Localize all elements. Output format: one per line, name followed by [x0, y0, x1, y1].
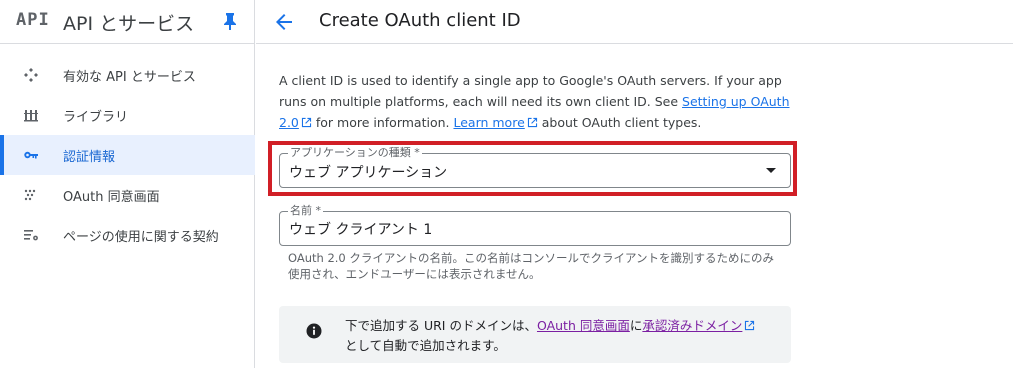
- sidebar-item-oauth-consent[interactable]: OAuth 同意画面: [0, 175, 255, 215]
- sidebar-item-page-usage-agreements[interactable]: ページの使用に関する契約: [0, 215, 255, 255]
- application-type-label: アプリケーションの種類 *: [288, 146, 422, 160]
- intro-text-part: for more information.: [311, 115, 454, 130]
- name-field[interactable]: 名前 *: [279, 204, 791, 246]
- sidebar-item-label: ライブラリ: [63, 110, 129, 125]
- back-arrow-icon[interactable]: [272, 10, 296, 34]
- sidebar-item-label: 認証情報: [63, 150, 116, 165]
- external-link-icon: [527, 117, 537, 128]
- sidebar-item-label: OAuth 同意画面: [63, 190, 160, 205]
- name-hint: OAuth 2.0 クライアントの名前。この名前はコンソールでクライアントを識別…: [288, 251, 774, 281]
- sidebar-title: API とサービス: [63, 13, 195, 35]
- info-icon: [306, 323, 322, 339]
- settings-list-icon: [24, 230, 38, 241]
- application-type-select[interactable]: アプリケーションの種類 * ウェブ アプリケーション: [279, 146, 791, 188]
- name-label: 名前 *: [288, 204, 323, 218]
- sidebar-item-label: 有効な API とサービス: [63, 70, 196, 85]
- api-diamond-icon: [24, 68, 38, 82]
- sidebar: API API とサービス 有効な API とサービス ライブラリ 認証情報 O…: [0, 0, 255, 368]
- sidebar-header: API API とサービス: [0, 0, 255, 44]
- domain-notice: 下で追加する URI のドメインは、OAuth 同意画面に承認済みドメインとして…: [279, 306, 791, 363]
- sidebar-item-enabled-apis[interactable]: 有効な API とサービス: [0, 55, 255, 95]
- sidebar-item-credentials[interactable]: 認証情報: [0, 135, 255, 175]
- key-icon: [24, 151, 38, 159]
- page-header: Create OAuth client ID: [256, 0, 1013, 44]
- sidebar-item-library[interactable]: ライブラリ: [0, 95, 255, 135]
- dots-grid-icon: [24, 189, 36, 201]
- external-link-icon: [301, 117, 311, 128]
- notice-text-part: として自動で追加されます。: [345, 338, 506, 353]
- oauth-consent-screen-link[interactable]: OAuth 同意画面: [537, 318, 630, 333]
- intro-text: A client ID is used to identify a single…: [279, 70, 799, 133]
- intro-text-part: about OAuth client types.: [537, 115, 702, 130]
- page-title: Create OAuth client ID: [319, 10, 521, 31]
- api-logo: API: [16, 10, 50, 30]
- pin-icon[interactable]: [222, 12, 238, 30]
- learn-more-link[interactable]: Learn more: [453, 115, 524, 130]
- notice-text-part: に: [629, 318, 643, 333]
- sidebar-item-label: ページの使用に関する契約: [63, 230, 219, 245]
- notice-text-part: 下で追加する URI のドメインは、: [345, 318, 537, 333]
- external-link-icon: [745, 320, 755, 331]
- library-icon: [24, 110, 38, 122]
- name-input[interactable]: [289, 218, 769, 240]
- sidebar-nav: 有効な API とサービス ライブラリ 認証情報 OAuth 同意画面 ページの…: [0, 55, 255, 255]
- dropdown-caret-icon: [766, 168, 776, 173]
- authorized-domains-link[interactable]: 承認済みドメイン: [642, 318, 742, 333]
- notice-text: 下で追加する URI のドメインは、OAuth 同意画面に承認済みドメインとして…: [345, 316, 775, 356]
- application-type-value: ウェブ アプリケーション: [289, 165, 448, 181]
